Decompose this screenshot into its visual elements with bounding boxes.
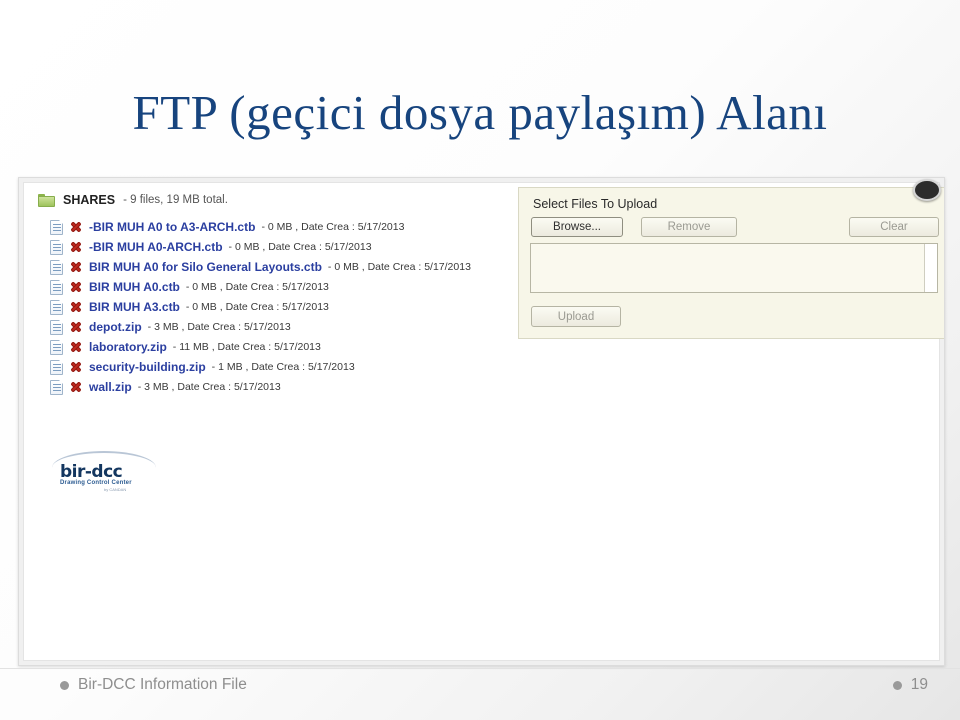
- file-name[interactable]: BIR MUH A0 for Silo General Layouts.ctb: [89, 260, 322, 274]
- list-item[interactable]: depot.zip - 3 MB , Date Crea : 5/17/2013: [32, 317, 502, 337]
- bullet-icon: [60, 680, 69, 690]
- shares-header: SHARES - 9 files, 19 MB total.: [32, 187, 502, 209]
- delete-icon[interactable]: [69, 280, 83, 294]
- file-meta: - 11 MB , Date Crea : 5/17/2013: [172, 341, 321, 353]
- list-item[interactable]: -BIR MUH A0-ARCH.ctb - 0 MB , Date Crea …: [32, 237, 502, 257]
- document-icon: [50, 259, 63, 275]
- shares-meta: - 9 files, 19 MB total.: [123, 194, 228, 206]
- footer-label: Bir-DCC Information File: [60, 676, 247, 694]
- file-meta: - 0 MB , Date Crea : 5/17/2013: [228, 241, 372, 253]
- document-icon: [50, 219, 63, 235]
- page-title: FTP (geçici dosya paylaşım) Alanı: [132, 85, 828, 140]
- list-item[interactable]: laboratory.zip - 11 MB , Date Crea : 5/1…: [32, 337, 502, 357]
- logo-subtagline: by CANDAN: [104, 487, 127, 492]
- document-icon: [50, 279, 63, 295]
- file-meta: - 0 MB , Date Crea : 5/17/2013: [185, 281, 329, 293]
- document-icon: [50, 379, 63, 395]
- ftp-screenshot-inner: SHARES - 9 files, 19 MB total. -BIR MUH …: [23, 179, 944, 661]
- shares-title: SHARES: [63, 193, 116, 207]
- file-name[interactable]: BIR MUH A3.ctb: [89, 300, 180, 314]
- file-name[interactable]: security-building.zip: [89, 360, 206, 374]
- file-meta: - 1 MB , Date Crea : 5/17/2013: [211, 361, 355, 373]
- file-list: -BIR MUH A0 to A3-ARCH.ctb - 0 MB , Date…: [32, 217, 502, 397]
- file-name[interactable]: depot.zip: [89, 320, 142, 334]
- corner-marker-icon: [913, 179, 941, 201]
- bir-dcc-logo: bir-dcc Drawing Control Center by CANDAN: [52, 451, 162, 492]
- remove-button[interactable]: Remove: [641, 217, 737, 237]
- logo-name: bir-dcc: [60, 462, 123, 482]
- footer-text: Bir-DCC Information File: [78, 676, 247, 693]
- scrollbar[interactable]: [924, 244, 937, 292]
- clear-button[interactable]: Clear: [849, 217, 939, 237]
- upload-button[interactable]: Upload: [531, 306, 621, 327]
- delete-icon[interactable]: [69, 300, 83, 314]
- delete-icon[interactable]: [69, 260, 83, 274]
- delete-icon[interactable]: [69, 380, 83, 394]
- file-meta: - 3 MB , Date Crea : 5/17/2013: [147, 321, 291, 333]
- file-name[interactable]: -BIR MUH A0-ARCH.ctb: [89, 240, 223, 254]
- list-item[interactable]: BIR MUH A0 for Silo General Layouts.ctb …: [32, 257, 502, 277]
- file-meta: - 3 MB , Date Crea : 5/17/2013: [137, 381, 281, 393]
- file-name[interactable]: wall.zip: [89, 380, 132, 394]
- list-item[interactable]: BIR MUH A3.ctb - 0 MB , Date Crea : 5/17…: [32, 297, 502, 317]
- document-icon: [50, 359, 63, 375]
- file-name[interactable]: BIR MUH A0.ctb: [89, 280, 180, 294]
- document-icon: [50, 339, 63, 355]
- delete-icon[interactable]: [69, 320, 83, 334]
- upload-panel: Select Files To Upload Browse... Remove …: [518, 179, 944, 339]
- document-icon: [50, 299, 63, 315]
- delete-icon[interactable]: [69, 220, 83, 234]
- page-number-group: 19: [892, 676, 928, 694]
- bullet-icon: [892, 680, 902, 690]
- document-icon: [50, 239, 63, 255]
- file-meta: - 0 MB , Date Crea : 5/17/2013: [261, 221, 405, 233]
- delete-icon[interactable]: [69, 340, 83, 354]
- upload-label: Select Files To Upload: [533, 197, 658, 211]
- list-item[interactable]: wall.zip - 3 MB , Date Crea : 5/17/2013: [32, 377, 502, 397]
- ftp-screenshot-panel: SHARES - 9 files, 19 MB total. -BIR MUH …: [18, 177, 945, 666]
- folder-icon: [38, 193, 55, 207]
- list-item[interactable]: -BIR MUH A0 to A3-ARCH.ctb - 0 MB , Date…: [32, 217, 502, 237]
- logo-tagline: Drawing Control Center: [60, 480, 132, 486]
- list-item[interactable]: security-building.zip - 1 MB , Date Crea…: [32, 357, 502, 377]
- shares-section: SHARES - 9 files, 19 MB total. -BIR MUH …: [32, 187, 502, 397]
- delete-icon[interactable]: [69, 240, 83, 254]
- file-name[interactable]: -BIR MUH A0 to A3-ARCH.ctb: [89, 220, 255, 234]
- page-number: 19: [910, 676, 928, 693]
- list-item[interactable]: BIR MUH A0.ctb - 0 MB , Date Crea : 5/17…: [32, 277, 502, 297]
- file-name[interactable]: laboratory.zip: [89, 340, 167, 354]
- selected-files-box[interactable]: [530, 243, 938, 293]
- document-icon: [50, 319, 63, 335]
- delete-icon[interactable]: [69, 360, 83, 374]
- file-meta: - 0 MB , Date Crea : 5/17/2013: [327, 261, 471, 273]
- file-meta: - 0 MB , Date Crea : 5/17/2013: [185, 301, 329, 313]
- browse-button[interactable]: Browse...: [531, 217, 623, 237]
- footer-divider: [0, 668, 960, 669]
